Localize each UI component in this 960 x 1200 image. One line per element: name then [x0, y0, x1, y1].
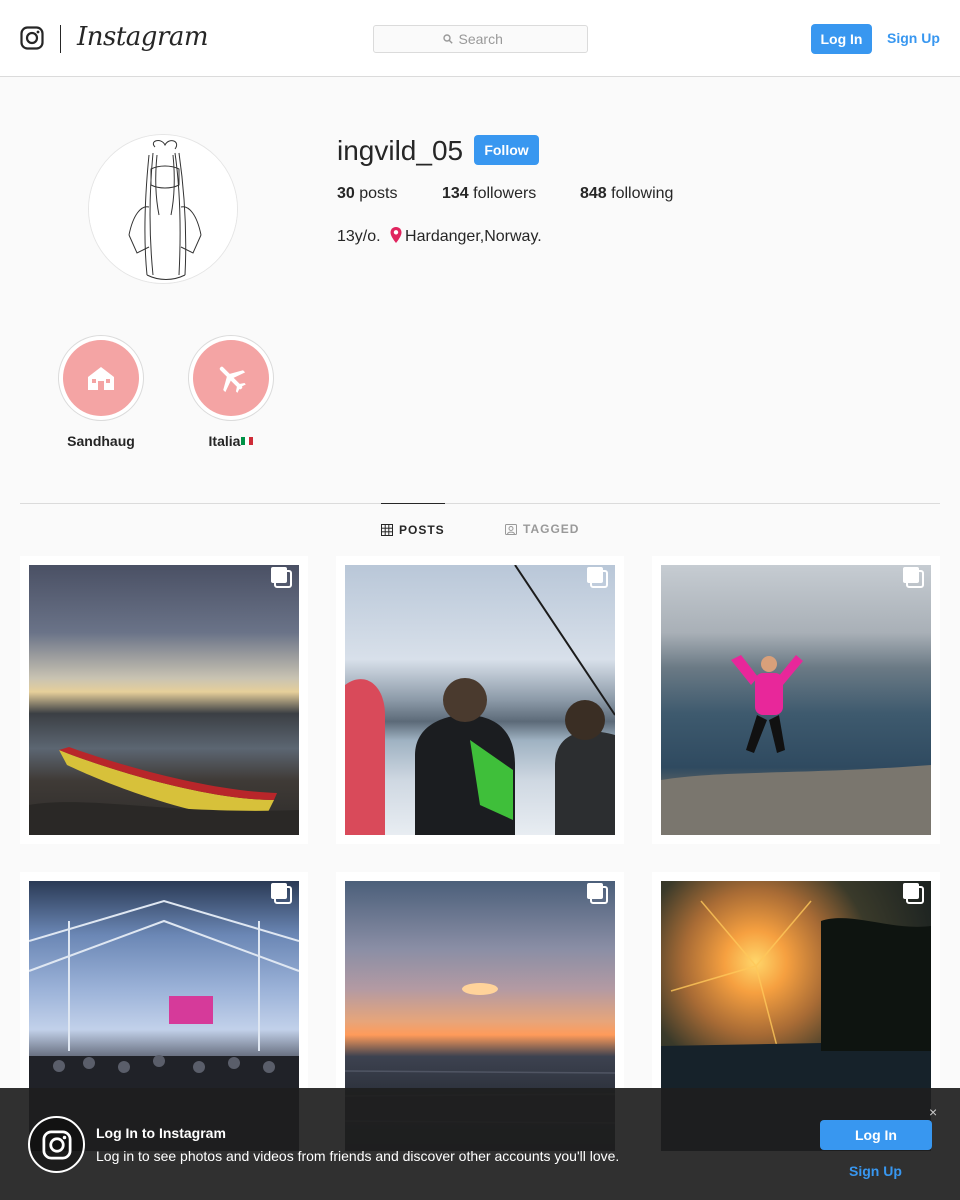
grid-icon — [381, 523, 393, 536]
follow-button[interactable]: Follow — [474, 135, 539, 165]
post-tile[interactable] — [336, 556, 624, 844]
profile-bio: 13y/o. Hardanger,Norway. — [337, 226, 542, 246]
search-input[interactable] — [458, 31, 519, 47]
multiple-photos-icon — [587, 567, 608, 588]
ferry-photo — [345, 565, 615, 835]
airplane-icon — [219, 366, 246, 393]
post-tile[interactable] — [20, 556, 308, 844]
cliff-jump-photo — [661, 655, 931, 835]
header-divider — [60, 25, 61, 53]
avatar-illustration — [89, 135, 237, 283]
instagram-glyph-icon — [28, 1116, 85, 1173]
highlight-label: Italia — [188, 433, 274, 449]
post-photo — [661, 565, 931, 835]
login-prompt-banner: Log In to Instagram Log in to see photos… — [0, 1088, 960, 1200]
highlight-label: Sandhaug — [67, 433, 135, 449]
search-icon — [442, 34, 453, 44]
bio-age: 13y/o. — [337, 228, 381, 245]
top-navigation-bar: Instagram Log In Sign Up — [0, 0, 960, 77]
post-tile[interactable] — [652, 556, 940, 844]
multiple-photos-icon — [587, 883, 608, 904]
profile-username: ingvild_05 — [337, 135, 464, 166]
banner-description: Log in to see photos and videos from fri… — [96, 1148, 620, 1164]
signup-link[interactable]: Sign Up — [887, 30, 940, 46]
posts-count: 30 — [337, 185, 355, 202]
tab-tagged-label: TAGGED — [523, 522, 580, 536]
house-icon — [88, 367, 114, 390]
search-box[interactable] — [373, 25, 588, 53]
posts-label: posts — [359, 185, 398, 202]
post-photo — [345, 565, 615, 835]
multiple-photos-icon — [271, 883, 292, 904]
boat-photo — [29, 747, 299, 835]
italy-flag-icon — [241, 437, 254, 445]
close-icon[interactable]: × — [929, 1104, 937, 1120]
tabs-divider — [20, 503, 940, 504]
post-photo — [29, 565, 299, 835]
instagram-wordmark-logo[interactable]: Instagram — [77, 22, 209, 52]
posts-count-stat: 30 posts — [337, 185, 398, 203]
multiple-photos-icon — [903, 567, 924, 588]
followers-stat[interactable]: 134 followers — [442, 185, 536, 203]
banner-login-button[interactable]: Log In — [820, 1120, 932, 1150]
highlight-italia[interactable]: Italia — [188, 335, 274, 449]
banner-signup-link[interactable]: Sign Up — [849, 1163, 902, 1179]
highlight-cover — [63, 340, 139, 416]
highlight-sandhaug[interactable]: Sandhaug — [58, 335, 144, 449]
profile-avatar — [88, 134, 238, 284]
tab-posts[interactable]: POSTS — [381, 503, 445, 555]
highlight-cover — [193, 340, 269, 416]
following-stat[interactable]: 848 following — [580, 185, 673, 203]
tab-posts-label: POSTS — [399, 522, 445, 537]
tab-tagged[interactable]: TAGGED — [505, 503, 585, 555]
following-count: 848 — [580, 185, 607, 202]
following-label: following — [611, 185, 674, 202]
highlight-ring — [188, 335, 274, 421]
banner-title: Log In to Instagram — [96, 1125, 226, 1141]
highlight-ring — [58, 335, 144, 421]
bio-location: Hardanger,Norway. — [405, 228, 542, 245]
location-pin-icon — [390, 227, 402, 243]
multiple-photos-icon — [903, 883, 924, 904]
followers-label: followers — [473, 185, 537, 202]
instagram-glyph-icon[interactable] — [20, 26, 44, 50]
tagged-icon — [505, 524, 517, 535]
login-button[interactable]: Log In — [811, 24, 872, 54]
followers-count: 134 — [442, 185, 469, 202]
multiple-photos-icon — [271, 567, 292, 588]
